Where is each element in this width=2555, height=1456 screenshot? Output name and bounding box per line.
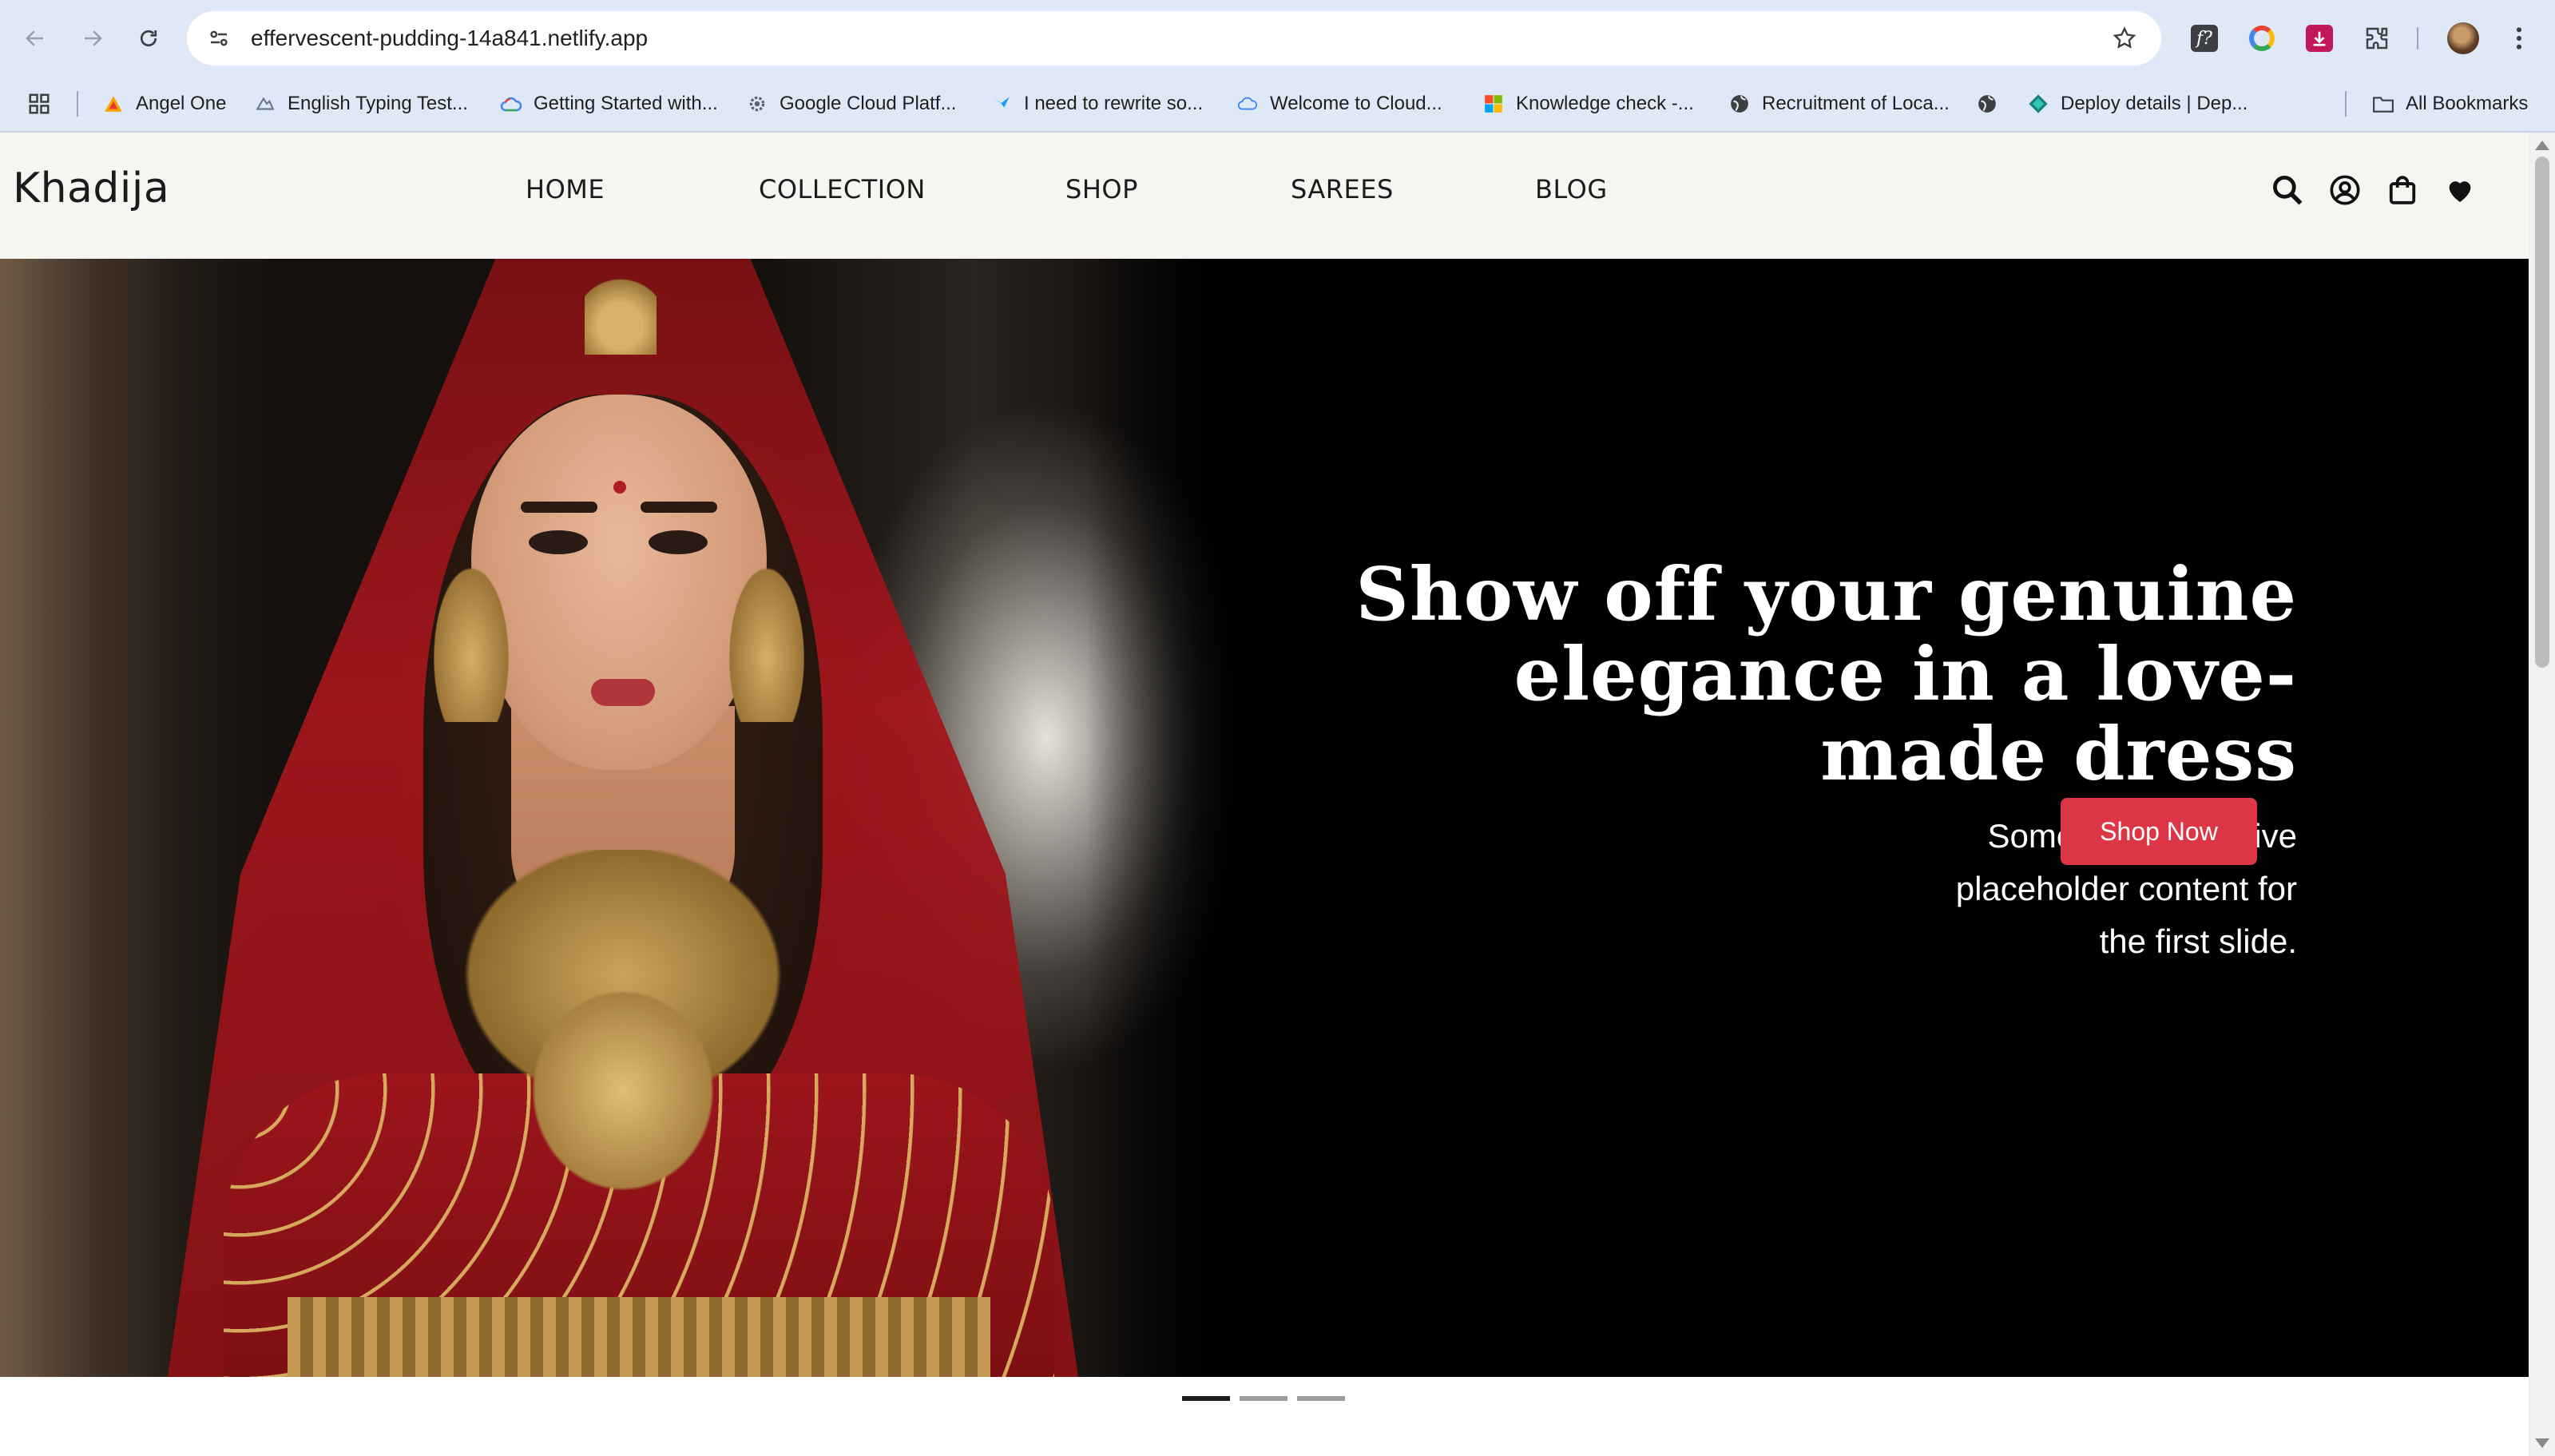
site-info-icon[interactable] xyxy=(203,22,235,54)
all-bookmarks[interactable]: All Bookmarks xyxy=(2372,77,2528,131)
headline-line: elegance in a love- xyxy=(1514,631,2297,717)
scroll-thumb[interactable] xyxy=(2535,157,2549,668)
download-extension-icon[interactable] xyxy=(2300,19,2339,58)
apps-grid-icon[interactable] xyxy=(27,77,51,131)
microsoft-icon xyxy=(1482,93,1505,115)
cloud-icon xyxy=(1236,93,1259,115)
bookmark-welcome-cloud[interactable]: Welcome to Cloud... xyxy=(1236,77,1442,131)
scroll-up-icon[interactable] xyxy=(2535,141,2549,150)
bookmark-label: Getting Started with... xyxy=(534,93,718,114)
subtext-line: the first slide. xyxy=(2099,922,2297,960)
bookmark-label: I need to rewrite so... xyxy=(1024,93,1204,114)
hero-headline: Show off your genuine elegance in a love… xyxy=(1339,554,2297,794)
angel-one-icon xyxy=(102,93,125,115)
bookmark-label: Google Cloud Platf... xyxy=(780,93,957,114)
bookmark-recruitment[interactable]: Recruitment of Loca... xyxy=(1728,77,1950,131)
forward-button[interactable] xyxy=(73,19,112,58)
page-scrollbar[interactable] xyxy=(2529,133,2555,1456)
search-icon[interactable] xyxy=(2267,169,2308,211)
bookmark-globe[interactable] xyxy=(1976,77,1998,131)
reload-icon xyxy=(140,30,157,47)
bookmark-english-typing[interactable]: English Typing Test... xyxy=(254,77,468,131)
globe-icon xyxy=(1728,93,1751,115)
forward-arrow-icon xyxy=(85,30,102,46)
netlify-icon xyxy=(2027,93,2049,115)
browser-toolbar: effervescent-pudding-14a841.netlify.app … xyxy=(0,0,2555,77)
bird-icon xyxy=(990,93,1013,115)
all-bookmarks-label: All Bookmarks xyxy=(2406,93,2529,114)
heart-icon[interactable] xyxy=(2439,169,2481,211)
typing-icon xyxy=(254,93,276,115)
scroll-down-icon[interactable] xyxy=(2535,1438,2549,1448)
bookmark-label: Angel One xyxy=(136,93,227,114)
google-cloud-icon xyxy=(500,93,522,115)
bookmark-knowledge-check[interactable]: Knowledge check -... xyxy=(1482,77,1694,131)
nav-sarees[interactable]: SAREES xyxy=(1291,174,1394,204)
bag-icon[interactable] xyxy=(2382,169,2423,211)
fonts-extension-icon[interactable]: f? xyxy=(2185,19,2224,58)
user-icon[interactable] xyxy=(2324,169,2366,211)
bookmark-label: English Typing Test... xyxy=(288,93,468,114)
nav-home[interactable]: HOME xyxy=(526,174,605,204)
bookmark-deploy-details[interactable]: Deploy details | Dep... xyxy=(2027,77,2248,131)
reload-button[interactable] xyxy=(129,19,168,58)
bookmark-rewrite[interactable]: I need to rewrite so... xyxy=(990,77,1203,131)
color-extension-icon[interactable] xyxy=(2243,19,2281,58)
headline-line: made dress xyxy=(1820,711,2297,797)
subtext-line: placeholder content for xyxy=(1955,870,2297,907)
shop-now-button[interactable]: Shop Now xyxy=(2061,798,2257,865)
bookmark-label: Recruitment of Loca... xyxy=(1762,93,1950,114)
bookmark-label: Welcome to Cloud... xyxy=(1270,93,1442,114)
bookmark-google-cloud[interactable]: Google Cloud Platf... xyxy=(746,77,956,131)
brand-logo[interactable]: Khadija xyxy=(13,165,169,212)
folder-icon xyxy=(2372,93,2394,115)
browser-menu-icon[interactable] xyxy=(2500,19,2538,58)
headline-line: Show off your genuine xyxy=(1355,551,2297,637)
bookmarks-bar: Angel One English Typing Test... Getting… xyxy=(0,77,2555,133)
carousel-indicators xyxy=(1182,1396,1350,1402)
nav-blog[interactable]: BLOG xyxy=(1535,174,1608,204)
profile-avatar[interactable] xyxy=(2444,19,2482,58)
bookmark-label: Knowledge check -... xyxy=(1516,93,1694,114)
carousel-indicator-3[interactable] xyxy=(1297,1396,1345,1401)
bookmark-getting-started[interactable]: Getting Started with... xyxy=(500,77,718,131)
bookmark-angel-one[interactable]: Angel One xyxy=(102,77,226,131)
site-header: Khadija HOME COLLECTION SHOP SAREES BLOG xyxy=(0,133,2529,259)
back-arrow-icon xyxy=(26,30,43,46)
nav-shop[interactable]: SHOP xyxy=(1065,174,1138,204)
globe-icon xyxy=(1976,93,1998,115)
address-bar[interactable]: effervescent-pudding-14a841.netlify.app xyxy=(187,11,2161,65)
bookmark-star-icon[interactable] xyxy=(2109,22,2140,54)
gear-icon xyxy=(746,93,768,115)
extensions-puzzle-icon[interactable] xyxy=(2358,19,2396,58)
url-text: effervescent-pudding-14a841.netlify.app xyxy=(251,26,649,50)
nav-collection[interactable]: COLLECTION xyxy=(759,174,926,204)
hero-bride-photo xyxy=(0,259,1248,1377)
bookmark-label: Deploy details | Dep... xyxy=(2061,93,2248,114)
back-button[interactable] xyxy=(16,19,54,58)
carousel-indicator-2[interactable] xyxy=(1240,1396,1287,1401)
carousel-indicator-1[interactable] xyxy=(1182,1396,1230,1401)
